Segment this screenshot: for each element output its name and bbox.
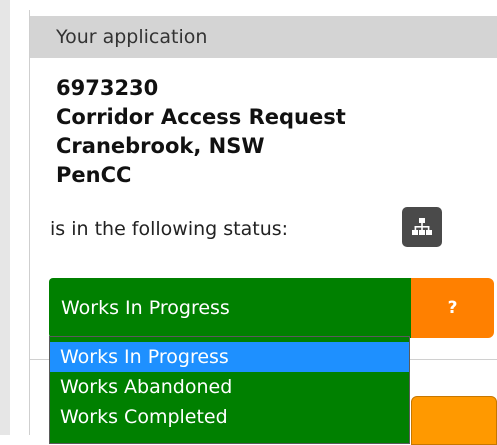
status-option-works-abandoned[interactable]: Works Abandoned: [50, 372, 409, 402]
status-option-works-completed[interactable]: Works Completed: [50, 402, 409, 432]
status-option-works-in-progress[interactable]: Works In Progress: [50, 342, 409, 372]
workflow-tree-button[interactable]: [402, 207, 442, 247]
sitemap-icon: [412, 218, 432, 235]
status-dropdown-list[interactable]: Works In Progress Works Abandoned Works …: [49, 336, 410, 444]
action-button-partial[interactable]: [411, 396, 497, 445]
left-rail: [0, 0, 10, 435]
status-select[interactable]: Works In Progress: [49, 278, 411, 338]
application-id: 6973230: [56, 76, 159, 100]
status-prompt: is in the following status:: [50, 218, 289, 240]
application-panel: Your application 6973230 Corridor Access…: [29, 10, 497, 445]
application-location: Cranebrook, NSW: [56, 134, 265, 158]
application-details: 6973230 Corridor Access Request Cranebro…: [56, 74, 476, 190]
application-type: Corridor Access Request: [56, 105, 346, 129]
application-organisation: PenCC: [56, 163, 132, 187]
status-help-button[interactable]: ?: [411, 278, 494, 338]
panel-header: Your application: [30, 16, 497, 58]
